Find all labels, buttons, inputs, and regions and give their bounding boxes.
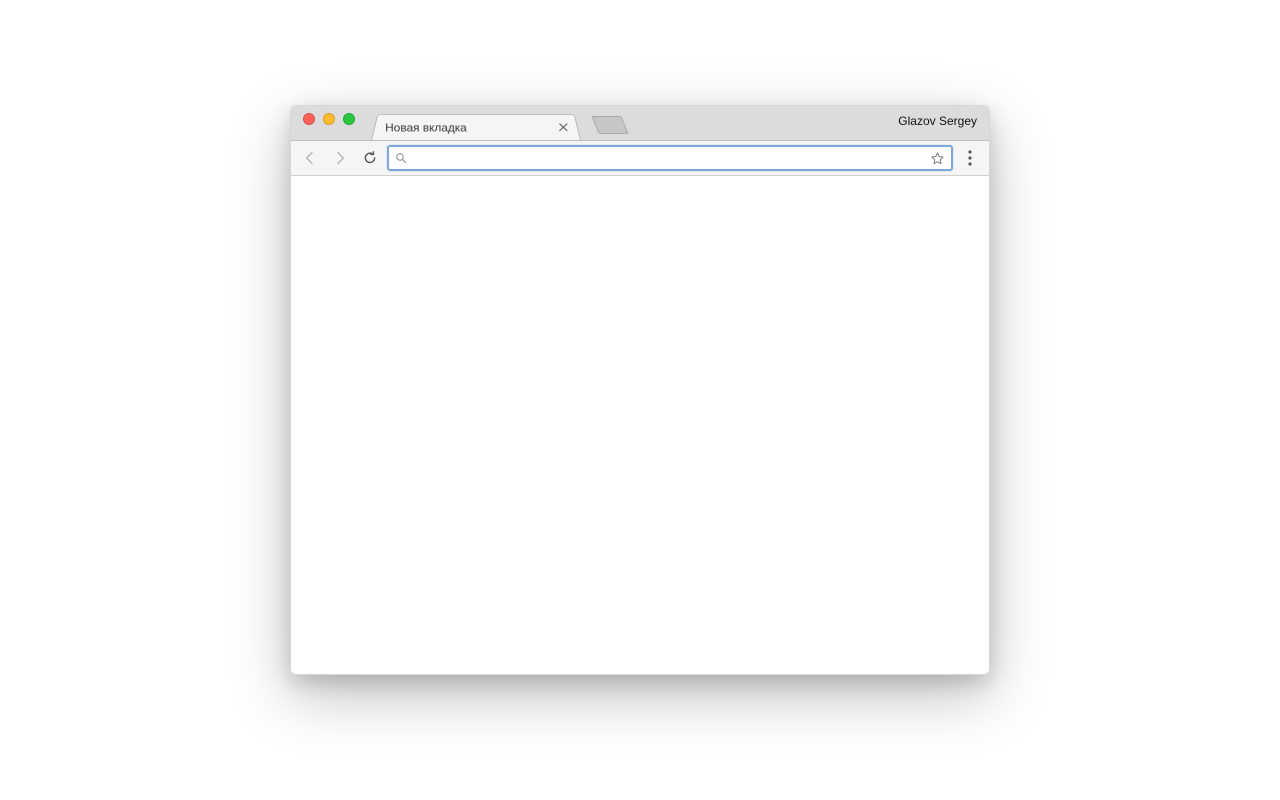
close-icon[interactable] bbox=[556, 121, 571, 134]
forward-button[interactable] bbox=[327, 145, 353, 171]
browser-window: Новая вкладка Glazov Sergey bbox=[290, 105, 990, 675]
back-button[interactable] bbox=[297, 145, 323, 171]
tab-title: Новая вкладка bbox=[385, 121, 556, 134]
window-close-button[interactable] bbox=[303, 113, 315, 125]
window-zoom-button[interactable] bbox=[343, 113, 355, 125]
address-input[interactable] bbox=[413, 151, 924, 166]
window-controls bbox=[299, 106, 363, 140]
tab-strip: Новая вкладка Glazov Sergey bbox=[291, 106, 989, 140]
new-tab-button[interactable] bbox=[591, 116, 628, 134]
address-bar[interactable] bbox=[387, 145, 953, 171]
window-minimize-button[interactable] bbox=[323, 113, 335, 125]
bookmark-star-button[interactable] bbox=[930, 151, 945, 166]
profile-name[interactable]: Glazov Sergey bbox=[898, 114, 977, 128]
search-icon bbox=[395, 152, 407, 164]
menu-button[interactable] bbox=[957, 145, 983, 171]
tab-active[interactable]: Новая вкладка bbox=[371, 114, 581, 140]
toolbar bbox=[291, 140, 989, 176]
reload-button[interactable] bbox=[357, 145, 383, 171]
page-content bbox=[291, 176, 989, 674]
